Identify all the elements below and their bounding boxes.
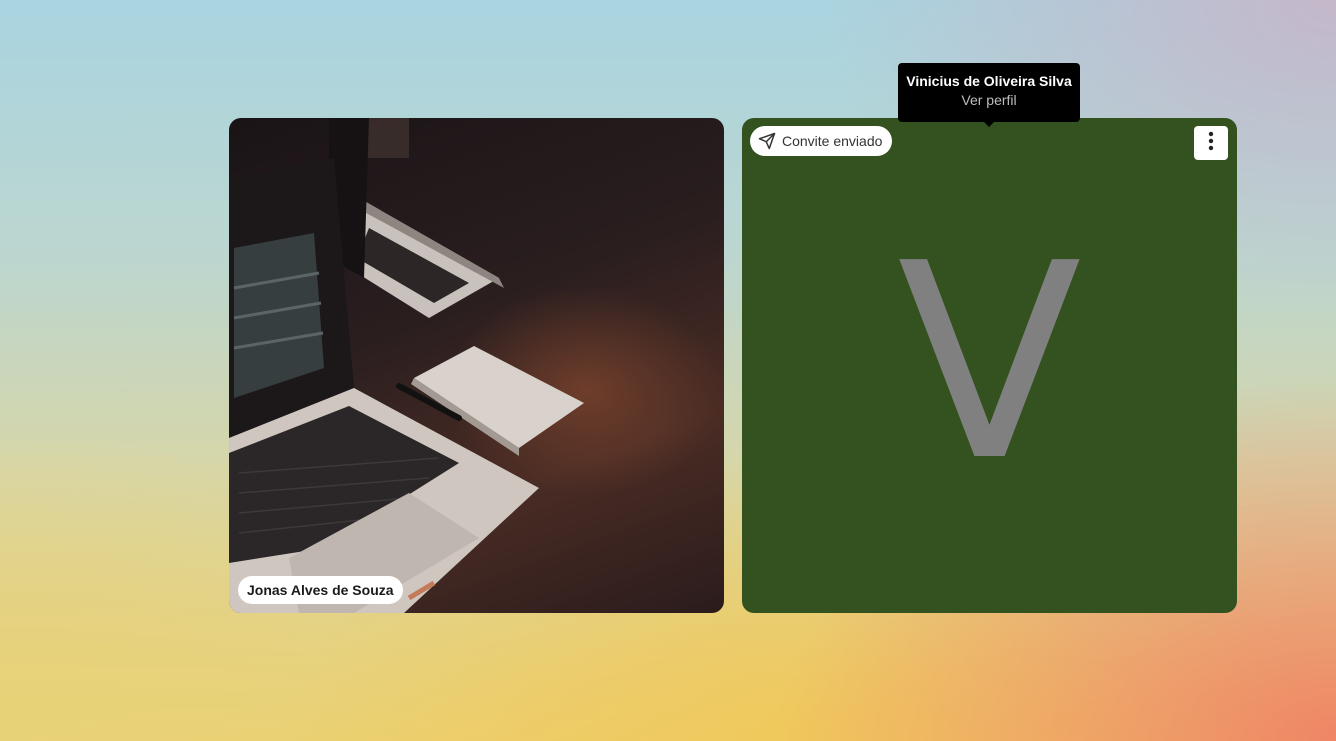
avatar-initial: V <box>897 204 1082 520</box>
participant-card-vinicius[interactable]: V Convite enviado <box>742 118 1237 613</box>
participant-name-label: Jonas Alves de Souza <box>238 576 403 604</box>
invite-status-label: Convite enviado <box>782 133 883 149</box>
invite-status-badge: Convite enviado <box>750 126 893 156</box>
more-options-button[interactable] <box>1194 126 1228 160</box>
more-vertical-icon <box>1208 131 1214 156</box>
participant-card-jonas[interactable]: Jonas Alves de Souza <box>229 118 724 613</box>
send-icon <box>758 132 776 150</box>
tooltip-name: Vinicius de Oliveira Silva <box>906 73 1072 89</box>
participant-tooltip: Vinicius de Oliveira Silva Ver perfil <box>898 63 1080 127</box>
view-profile-link[interactable]: Ver perfil <box>898 90 1080 110</box>
